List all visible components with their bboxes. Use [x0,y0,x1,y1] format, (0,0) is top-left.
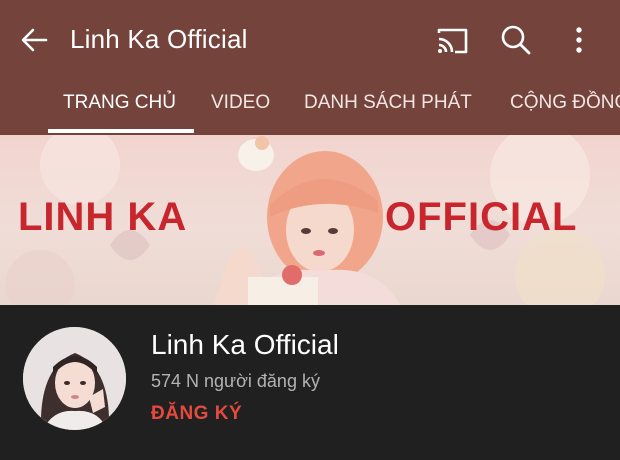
top-app-bar: Linh Ka Official [0,0,620,80]
banner-title-right: OFFICIAL [385,195,578,239]
arrow-left-icon [21,28,48,52]
more-vertical-icon [576,27,582,53]
cast-button[interactable] [432,22,472,58]
tab-trang-chu[interactable]: TRANG CHỦ [63,80,176,135]
more-options-button[interactable] [564,20,594,60]
tab-video[interactable]: VIDEO [211,80,270,135]
channel-name: Linh Ka Official [151,329,339,360]
avatar[interactable] [23,327,126,430]
channel-tabs: TRANG CHỦ VIDEO DANH SÁCH PHÁT CỘNG ĐỒNG [0,80,620,135]
back-button[interactable] [14,22,54,58]
tab-cong-dong[interactable]: CỘNG ĐỒNG [510,80,620,135]
search-button[interactable] [496,20,536,60]
subscribe-button[interactable]: ĐĂNG KÝ [151,403,242,425]
youtube-channel-page: Linh Ka Official TRANG CHỦ VIDEO DANH SÁ… [0,0,620,460]
channel-info: Linh Ka Official 574 N người đăng ký ĐĂN… [0,305,620,460]
active-tab-indicator [48,129,194,133]
cast-icon [437,28,468,54]
page-title: Linh Ka Official [70,24,248,54]
banner-title-left: LINH KA [18,195,188,239]
channel-banner: LINH KA OFFICIAL [0,135,620,305]
tab-danh-sach-phat[interactable]: DANH SÁCH PHÁT [304,80,472,135]
search-icon [501,25,531,55]
subscriber-count: 574 N người đăng ký [151,371,320,391]
avatar-image [23,327,126,430]
